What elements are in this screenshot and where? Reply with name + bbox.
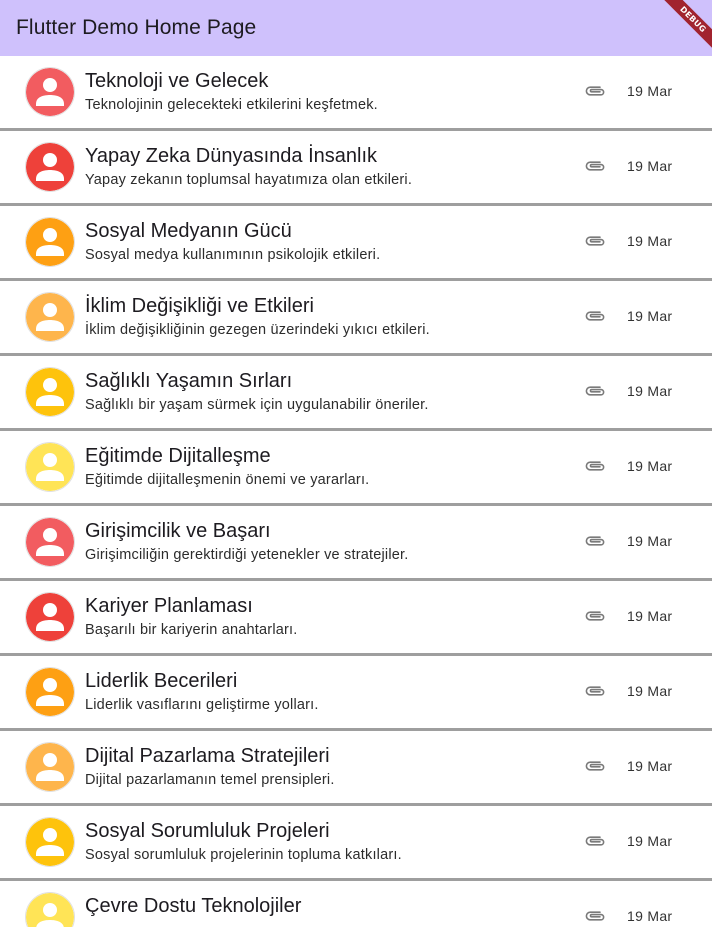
list-item[interactable]: Teknoloji ve Gelecek Teknolojinin gelece… — [0, 56, 712, 131]
page-title: Flutter Demo Home Page — [16, 16, 257, 39]
list-item[interactable]: Dijital Pazarlama Stratejileri Dijital p… — [0, 731, 712, 806]
attachment-icon — [585, 161, 605, 171]
list-item[interactable]: İklim Değişikliği ve Etkileri İklim deği… — [0, 281, 712, 356]
attachment-icon — [585, 86, 605, 96]
list-item-date: 19 Mar — [627, 158, 673, 174]
attachment-icon — [585, 611, 605, 621]
person-icon — [26, 443, 74, 491]
person-icon — [26, 818, 74, 866]
list-item-subtitle: Sosyal sorumluluk projelerinin topluma k… — [85, 847, 402, 863]
list-item-text: Girişimcilik ve Başarı Girişimciliğin ge… — [85, 518, 555, 565]
person-icon — [26, 743, 74, 791]
avatar — [25, 217, 75, 267]
list-item-date: 19 Mar — [627, 833, 673, 849]
list-item-date: 19 Mar — [627, 608, 673, 624]
list-item-date: 19 Mar — [627, 308, 673, 324]
list-item-title: Sağlıklı Yaşamın Sırları — [85, 370, 293, 392]
attachment-icon — [585, 836, 605, 846]
list-item-title: Yapay Zeka Dünyasında İnsanlık — [85, 145, 378, 167]
list-item[interactable]: Sosyal Sorumluluk Projeleri Sosyal sorum… — [0, 806, 712, 881]
list-item-date: 19 Mar — [627, 383, 673, 399]
app-screen: Flutter Demo Home Page DEBUG Teknoloji v… — [0, 0, 712, 927]
avatar — [25, 142, 75, 192]
avatar — [25, 67, 75, 117]
list-item-subtitle: Girişimciliğin gerektirdiği yetenekler v… — [85, 547, 409, 563]
person-icon — [26, 893, 74, 927]
avatar — [25, 292, 75, 342]
person-icon — [26, 593, 74, 641]
article-list[interactable]: Teknoloji ve Gelecek Teknolojinin gelece… — [0, 56, 712, 927]
list-item-subtitle: Dijital pazarlamanın temel prensipleri. — [85, 772, 335, 788]
list-item-subtitle: Sağlıklı bir yaşam sürmek için uygulanab… — [85, 397, 429, 413]
list-item[interactable]: Sağlıklı Yaşamın Sırları Sağlıklı bir ya… — [0, 356, 712, 431]
list-item-subtitle: Liderlik vasıflarını geliştirme yolları. — [85, 697, 319, 713]
list-item-title: Dijital Pazarlama Stratejileri — [85, 745, 330, 767]
avatar — [25, 817, 75, 867]
avatar — [25, 442, 75, 492]
list-item-text: Sağlıklı Yaşamın Sırları Sağlıklı bir ya… — [85, 368, 555, 415]
list-item-date: 19 Mar — [627, 758, 673, 774]
attachment-icon — [585, 536, 605, 546]
app-bar: Flutter Demo Home Page — [0, 0, 712, 56]
list-item-subtitle: Teknolojinin gelecekteki etkilerini keşf… — [85, 97, 378, 113]
list-item-text: Sosyal Sorumluluk Projeleri Sosyal sorum… — [85, 818, 555, 865]
list-item-text: Kariyer Planlaması Başarılı bir kariyeri… — [85, 593, 555, 640]
list-item-text: Eğitimde Dijitalleşme Eğitimde dijitalle… — [85, 443, 555, 490]
list-item-date: 19 Mar — [627, 533, 673, 549]
list-item-date: 19 Mar — [627, 233, 673, 249]
list-item-text: Sosyal Medyanın Gücü Sosyal medya kullan… — [85, 218, 555, 265]
list-item-title: Kariyer Planlaması — [85, 595, 253, 617]
list-item-subtitle: Yapay zekanın toplumsal hayatımıza olan … — [85, 172, 413, 188]
attachment-icon — [585, 386, 605, 396]
list-item-text: İklim Değişikliği ve Etkileri İklim deği… — [85, 293, 555, 340]
list-item-title: Girişimcilik ve Başarı — [85, 520, 271, 542]
list-item-title: Sosyal Sorumluluk Projeleri — [85, 820, 330, 842]
list-item-title: Liderlik Becerileri — [85, 670, 238, 692]
person-icon — [26, 68, 74, 116]
avatar — [25, 667, 75, 717]
list-item-subtitle: Başarılı bir kariyerin anahtarları. — [85, 622, 298, 638]
list-item-subtitle: İklim değişikliğinin gezegen üzerindeki … — [85, 322, 430, 338]
list-item-text: Dijital Pazarlama Stratejileri Dijital p… — [85, 743, 555, 790]
list-item-date: 19 Mar — [627, 683, 673, 699]
list-item[interactable]: Liderlik Becerileri Liderlik vasıflarını… — [0, 656, 712, 731]
list-item[interactable]: Kariyer Planlaması Başarılı bir kariyeri… — [0, 581, 712, 656]
attachment-icon — [585, 236, 605, 246]
list-item-subtitle: Eğitimde dijitalleşmenin önemi ve yararl… — [85, 472, 370, 488]
person-icon — [26, 668, 74, 716]
attachment-icon — [585, 686, 605, 696]
list-item-date: 19 Mar — [627, 458, 673, 474]
avatar — [25, 742, 75, 792]
attachment-icon — [585, 761, 605, 771]
list-item-text: Liderlik Becerileri Liderlik vasıflarını… — [85, 668, 555, 715]
list-item[interactable]: Girişimcilik ve Başarı Girişimciliğin ge… — [0, 506, 712, 581]
list-item[interactable]: Eğitimde Dijitalleşme Eğitimde dijitalle… — [0, 431, 712, 506]
person-icon — [26, 518, 74, 566]
avatar — [25, 592, 75, 642]
list-item[interactable]: Yapay Zeka Dünyasında İnsanlık Yapay zek… — [0, 131, 712, 206]
avatar — [25, 517, 75, 567]
list-item-title: Sosyal Medyanın Gücü — [85, 220, 292, 242]
list-item-title: İklim Değişikliği ve Etkileri — [85, 295, 314, 317]
avatar — [25, 367, 75, 417]
list-item-text: Yapay Zeka Dünyasında İnsanlık Yapay zek… — [85, 143, 555, 190]
attachment-icon — [585, 461, 605, 471]
list-item-date: 19 Mar — [627, 908, 673, 924]
list-item[interactable]: Çevre Dostu Teknolojiler 19 Mar — [0, 881, 712, 927]
list-item-title: Eğitimde Dijitalleşme — [85, 445, 271, 467]
list-item[interactable]: Sosyal Medyanın Gücü Sosyal medya kullan… — [0, 206, 712, 281]
list-item-text: Teknoloji ve Gelecek Teknolojinin gelece… — [85, 68, 555, 115]
list-item-text: Çevre Dostu Teknolojiler — [85, 893, 555, 920]
attachment-icon — [585, 911, 605, 921]
person-icon — [26, 143, 74, 191]
list-item-title: Teknoloji ve Gelecek — [85, 70, 269, 92]
person-icon — [26, 293, 74, 341]
person-icon — [26, 368, 74, 416]
avatar — [25, 892, 75, 927]
list-item-subtitle: Sosyal medya kullanımının psikolojik etk… — [85, 247, 381, 263]
attachment-icon — [585, 311, 605, 321]
list-item-date: 19 Mar — [627, 83, 673, 99]
person-icon — [26, 218, 74, 266]
list-item-title: Çevre Dostu Teknolojiler — [85, 895, 302, 917]
